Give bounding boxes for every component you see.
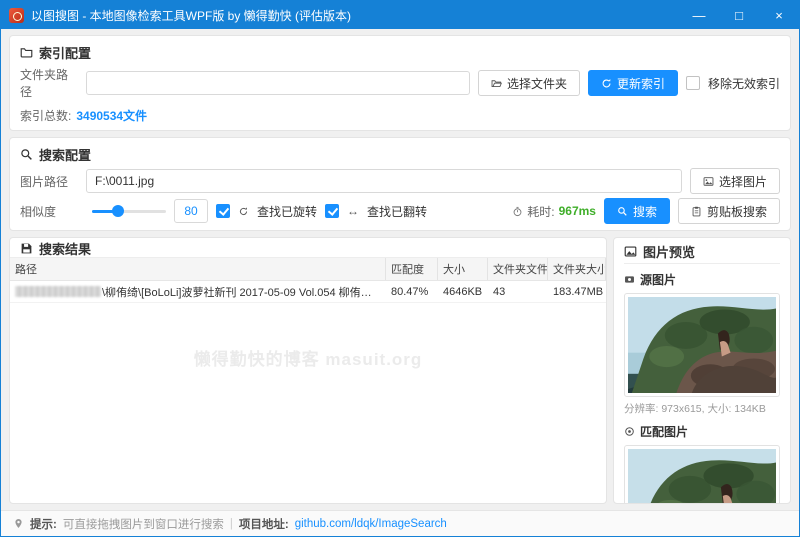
index-config-header: 索引配置 (20, 42, 780, 62)
censored-path-prefix (15, 286, 101, 297)
find-rotated-label: 查找已旋转 (257, 204, 318, 219)
image-path-label: 图片路径 (20, 174, 69, 189)
titlebar: 以图搜图 - 本地图像检索工具WPF版 by 懒得勤快 (评估版本) — □ × (1, 1, 799, 29)
matched-image-icon (625, 427, 634, 436)
result-size: 4646KB (443, 285, 483, 298)
index-total-label: 索引总数: (20, 109, 72, 123)
results-empty-area: 懒得勤快的博客 masuit.org (10, 303, 606, 503)
elapsed-label: 耗时: (527, 204, 555, 219)
choose-folder-button[interactable]: 选择文件夹 (477, 70, 580, 96)
bottom-area: 搜索结果 路径 匹配度 大小 文件夹文件数 文件夹大小 \柳侑绮\[BoLoLi… (9, 237, 791, 504)
watermark: 懒得勤快的博客 masuit.org (193, 350, 423, 369)
search-results-card: 搜索结果 路径 匹配度 大小 文件夹文件数 文件夹大小 \柳侑绮\[BoLoLi… (9, 237, 607, 504)
refresh-icon (602, 78, 611, 87)
flip-icon: ↔ (347, 204, 360, 218)
column-match[interactable]: 匹配度 (386, 258, 438, 280)
search-button-icon (618, 206, 627, 216)
search-config-title: 搜索配置 (39, 147, 92, 163)
choose-image-button[interactable]: 选择图片 (689, 168, 780, 194)
folder-path-label: 文件夹路径 (20, 68, 69, 99)
source-image-label-row: 源图片 (624, 271, 780, 288)
search-config-card: 搜索配置 图片路径 选择图片 相似度 (9, 137, 791, 231)
statusbar: 提示: 可直接拖拽图片到窗口进行搜索 | 项目地址: github.com/ld… (1, 510, 799, 536)
results-icon (21, 243, 32, 253)
main-content: 索引配置 文件夹路径 选择文件夹 更新索引 移除无效索引 索引总数: 34905… (1, 29, 799, 510)
column-path[interactable]: 路径 (10, 258, 386, 280)
window-title: 以图搜图 - 本地图像检索工具WPF版 by 懒得勤快 (评估版本) (31, 8, 351, 23)
similarity-value-input[interactable]: 80 (174, 199, 208, 223)
window-controls: — □ × (679, 1, 799, 29)
app-icon (9, 7, 24, 23)
image-icon (703, 176, 714, 186)
preview-title: 图片预览 (643, 244, 696, 260)
similarity-slider-thumb[interactable] (111, 205, 124, 217)
project-label: 项目地址: (238, 518, 289, 531)
matched-image-label-row: 匹配图片 (624, 423, 780, 440)
remove-invalid-checkbox[interactable] (685, 76, 700, 90)
source-image-preview[interactable] (624, 293, 780, 397)
result-path-cell: \柳侑绮\[BoLoLi]波萝社新刊 2017-05-09 Vol.054 柳侑… (10, 281, 386, 302)
status-separator: | (229, 517, 233, 530)
column-size[interactable]: 大小 (438, 258, 488, 280)
image-path-row: 图片路径 选择图片 (20, 168, 780, 194)
matched-image-scene (628, 449, 776, 503)
remove-invalid-label: 移除无效索引 (707, 76, 780, 91)
source-image-label: 源图片 (640, 273, 677, 287)
index-config-card: 索引配置 文件夹路径 选择文件夹 更新索引 移除无效索引 索引总数: 34905… (9, 35, 791, 131)
column-folder-count[interactable]: 文件夹文件数 (488, 258, 548, 280)
find-flipped-label: 查找已翻转 (367, 204, 428, 219)
similarity-slider[interactable] (92, 204, 166, 218)
search-button[interactable]: 搜索 (603, 198, 670, 224)
result-match: 80.47% (391, 285, 429, 298)
result-folder-count: 43 (493, 285, 506, 298)
index-total-row: 索引总数: 3490534文件 (20, 107, 780, 124)
search-config-header: 搜索配置 (20, 144, 780, 164)
result-row[interactable]: \柳侑绮\[BoLoLi]波萝社新刊 2017-05-09 Vol.054 柳侑… (10, 281, 606, 303)
preview-header: 图片预览 (624, 244, 780, 264)
image-path-input[interactable] (86, 169, 682, 193)
tip-label: 提示: (30, 518, 57, 531)
index-total-value: 3490534文件 (76, 109, 148, 123)
find-flipped-checkbox[interactable] (325, 204, 340, 218)
minimize-button[interactable]: — (679, 1, 719, 29)
search-actions: 耗时: 967ms 搜索 剪贴板搜索 (512, 198, 780, 224)
find-rotated-checkbox[interactable] (216, 204, 230, 218)
results-table-header: 路径 匹配度 大小 文件夹文件数 文件夹大小 (10, 258, 606, 281)
matched-image-label: 匹配图片 (640, 425, 689, 439)
rotate-icon (238, 206, 249, 217)
image-preview-card: 图片预览 源图片 分辨率: 973x615, 大小: 134KB 匹配图片 (613, 237, 791, 504)
results-title: 搜索结果 (39, 241, 92, 257)
elapsed-indicator: 耗时: 967ms (512, 203, 596, 220)
maximize-button[interactable]: □ (719, 1, 759, 29)
folder-icon (20, 47, 33, 58)
results-header: 搜索结果 (10, 238, 606, 258)
column-folder-size[interactable]: 文件夹大小 (548, 258, 606, 280)
project-link[interactable]: github.com/ldqk/ImageSearch (295, 518, 447, 530)
tip-text: 可直接拖拽图片到窗口进行搜索 (62, 518, 224, 531)
folder-open-icon (491, 79, 502, 87)
search-icon (21, 148, 32, 160)
result-path: \柳侑绮\[BoLoLi]波萝社新刊 2017-05-09 Vol.054 柳侑… (102, 286, 381, 299)
matched-image-preview[interactable] (624, 445, 780, 503)
folder-path-row: 文件夹路径 选择文件夹 更新索引 移除无效索引 (20, 66, 780, 100)
close-button[interactable]: × (759, 1, 799, 29)
stopwatch-icon (513, 206, 522, 216)
source-image-scene (628, 297, 776, 393)
source-image-info: 分辨率: 973x615, 大小: 134KB (624, 403, 766, 415)
similarity-label: 相似度 (20, 204, 57, 219)
clipboard-search-button[interactable]: 剪贴板搜索 (677, 198, 780, 224)
app-window: 以图搜图 - 本地图像检索工具WPF版 by 懒得勤快 (评估版本) — □ ×… (0, 0, 800, 537)
clipboard-icon (692, 206, 701, 216)
result-folder-size: 183.47MB (553, 285, 604, 298)
update-index-button[interactable]: 更新索引 (587, 70, 678, 96)
elapsed-value: 967ms (558, 204, 596, 218)
preview-icon (624, 245, 637, 257)
index-config-title: 索引配置 (39, 45, 92, 61)
similarity-row: 相似度 80 查找已旋转 ↔ 查找已翻转 耗时: 967ms 搜索 剪贴板搜索 (20, 198, 780, 224)
source-image-icon (625, 276, 634, 283)
pin-icon (15, 519, 22, 528)
folder-path-input[interactable] (86, 71, 470, 95)
